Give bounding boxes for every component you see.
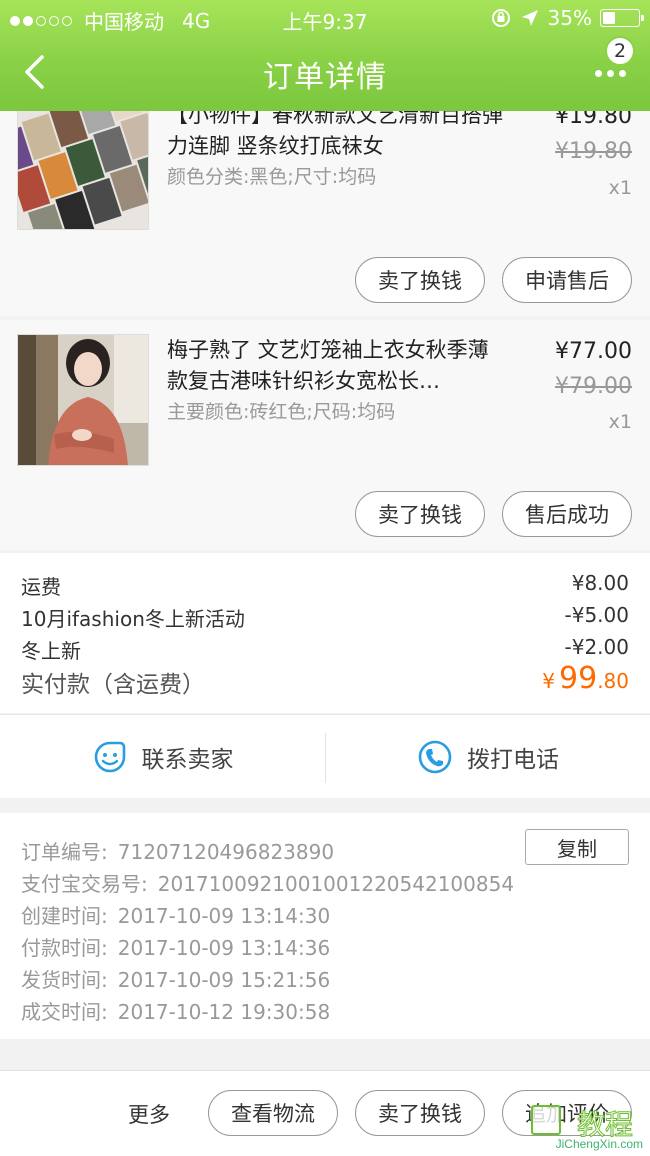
product-thumbnail[interactable] <box>17 98 149 230</box>
promo-row: 10月ifashion冬上新活动 -¥5.00 <box>21 603 629 632</box>
sell-for-cash-button[interactable]: 卖了换钱 <box>355 491 485 537</box>
alipay-row: 支付宝交易号: 2017100921001001220542100854 <box>21 868 514 897</box>
section-gap <box>0 1039 650 1070</box>
promo-value: -¥5.00 <box>564 603 629 627</box>
shipped-time-value: 2017-10-09 15:21:56 <box>117 968 331 992</box>
sell-for-cash-button[interactable]: 卖了换钱 <box>355 1090 485 1136</box>
created-time-label: 创建时间: <box>21 904 108 928</box>
order-item[interactable]: 梅子熟了 文艺灯笼袖上衣女秋季薄款复古港味针织衫女宽松长… 主要颜色:砖红色;尺… <box>0 320 650 550</box>
fee-summary: 运费 ¥8.00 10月ifashion冬上新活动 -¥5.00 冬上新 -¥2… <box>0 553 650 713</box>
product-original-price: ¥79.00 <box>555 374 632 399</box>
order-number-value: 71207120496823890 <box>117 840 335 864</box>
app-header: 中国移动 4G 上午9:37 35% 订单详情 2 <box>0 0 650 111</box>
total-paid-amount: ¥ 99 .80 <box>542 661 629 696</box>
battery-icon <box>600 9 644 27</box>
order-number-label: 订单编号: <box>21 840 108 864</box>
sell-for-cash-button[interactable]: 卖了换钱 <box>355 257 485 303</box>
phone-icon <box>418 740 452 774</box>
product-quantity: x1 <box>608 177 632 199</box>
total-paid-label: 实付款（含运费） <box>21 672 205 698</box>
alipay-value: 2017100921001001220542100854 <box>157 872 515 896</box>
copy-button[interactable]: 复制 <box>525 829 629 865</box>
shipped-time-row: 发货时间: 2017-10-09 15:21:56 <box>21 964 330 993</box>
order-number-row: 订单编号: 71207120496823890 <box>21 836 334 865</box>
watermark-logo-icon <box>531 1105 561 1135</box>
product-original-price: ¥19.80 <box>555 139 632 164</box>
created-time-row: 创建时间: 2017-10-09 13:14:30 <box>21 900 330 929</box>
after-sales-button[interactable]: 申请售后 <box>502 257 632 303</box>
page-title: 订单详情 <box>263 60 387 95</box>
status-bar: 中国移动 4G 上午9:37 35% <box>0 0 650 36</box>
product-name[interactable]: 梅子熟了 文艺灯笼袖上衣女秋季薄款复古港味针织衫女宽松长… <box>167 335 507 397</box>
completed-time-row: 成交时间: 2017-10-12 19:30:58 <box>21 996 330 1025</box>
message-badge: 2 <box>605 36 635 66</box>
product-spec: 主要颜色:砖红色;尺码:均码 <box>167 401 396 423</box>
paid-time-row: 付款时间: 2017-10-09 13:14:36 <box>21 932 330 961</box>
completed-time-label: 成交时间: <box>21 1000 108 1024</box>
battery-percent: 35% <box>547 6 592 30</box>
after-sales-status-button[interactable]: 售后成功 <box>502 491 632 537</box>
rotation-lock-icon <box>491 9 510 27</box>
product-spec: 颜色分类:黑色;尺寸:均码 <box>167 166 377 188</box>
product-price: ¥77.00 <box>555 339 632 364</box>
call-phone-button[interactable]: 拨打电话 <box>326 715 650 799</box>
contact-bar: 联系卖家 拨打电话 <box>0 714 650 798</box>
call-phone-label: 拨打电话 <box>467 747 559 773</box>
chat-face-icon <box>94 741 125 773</box>
promo-label: 10月ifashion冬上新活动 <box>21 607 245 631</box>
contact-seller-button[interactable]: 联系卖家 <box>0 715 325 799</box>
location-arrow-icon <box>521 10 538 26</box>
more-dots-icon <box>594 69 602 77</box>
more-actions-button[interactable]: 更多 <box>128 1099 170 1129</box>
paid-time-label: 付款时间: <box>21 936 108 960</box>
total-currency: ¥ <box>542 669 555 693</box>
alipay-label: 支付宝交易号: <box>21 872 148 896</box>
contact-seller-label: 联系卖家 <box>141 747 234 773</box>
winter-discount-row: 冬上新 -¥2.00 <box>21 635 629 664</box>
completed-time-value: 2017-10-12 19:30:58 <box>117 1000 331 1024</box>
watermark-text: JiChengXin.com <box>555 1137 643 1151</box>
order-item[interactable]: 【小物件】春秋新款文艺清新百搭弹力连脚 竖条纹打底袜女 颜色分类:黑色;尺寸:均… <box>0 80 650 316</box>
paid-time-value: 2017-10-09 13:14:36 <box>117 936 331 960</box>
shipping-label: 运费 <box>21 575 61 599</box>
product-quantity: x1 <box>608 411 632 433</box>
shipped-time-label: 发货时间: <box>21 968 108 992</box>
created-time-value: 2017-10-09 13:14:30 <box>117 904 331 928</box>
view-logistics-button[interactable]: 查看物流 <box>208 1090 338 1136</box>
total-decimal: .80 <box>597 669 629 693</box>
total-integer: 99 <box>559 661 598 696</box>
product-thumbnail[interactable] <box>17 334 149 466</box>
shipping-value: ¥8.00 <box>571 571 629 595</box>
shipping-row: 运费 ¥8.00 <box>21 571 629 600</box>
winter-discount-label: 冬上新 <box>21 639 81 663</box>
order-info: 订单编号: 71207120496823890 复制 支付宝交易号: 2017100… <box>0 813 650 1039</box>
winter-discount-value: -¥2.00 <box>564 635 629 659</box>
site-watermark: 教程 JiChengXin.com <box>529 1101 647 1153</box>
